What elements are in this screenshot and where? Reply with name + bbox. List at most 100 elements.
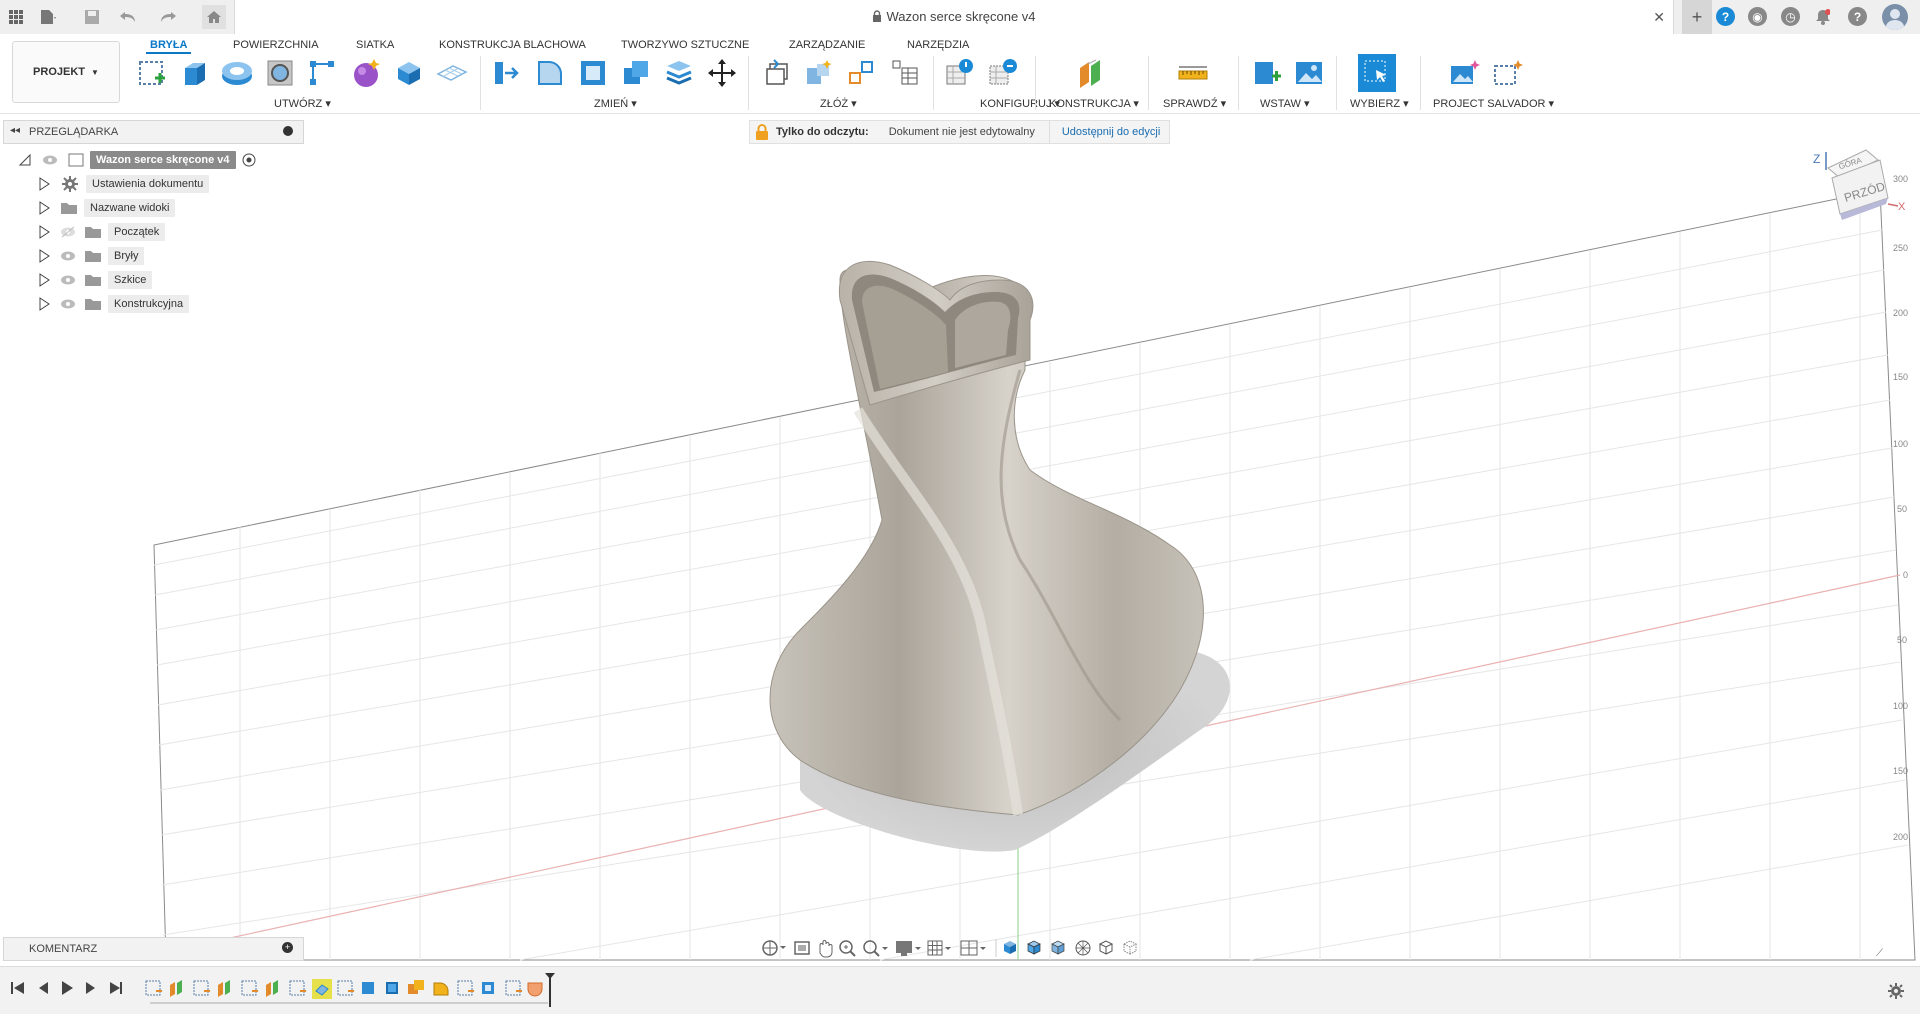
tab-zarzadzanie[interactable]: ZARZĄDZANIE	[785, 36, 869, 54]
collapse-panel-icon[interactable]: ◂◂	[10, 125, 20, 136]
wireframe-hidden-icon[interactable]	[1122, 940, 1138, 955]
expand-triangle-icon[interactable]	[38, 273, 50, 287]
visible-edges-icon[interactable]	[1075, 940, 1091, 956]
timeline-last-icon[interactable]	[110, 982, 122, 994]
timeline-feature-sketch-7[interactable]	[505, 980, 522, 996]
eye-hidden-icon[interactable]	[60, 226, 76, 238]
salvador-image-icon[interactable]	[1448, 56, 1482, 90]
timeline-feature-combine[interactable]	[408, 980, 424, 994]
expand-triangle-icon[interactable]	[38, 201, 50, 215]
shell-icon[interactable]	[576, 56, 610, 90]
tab-tworzywo-sztuczne[interactable]: TWORZYWO SZTUCZNE	[617, 36, 753, 54]
timeline-first-icon[interactable]	[11, 982, 24, 994]
extensions-icon[interactable]: ◉	[1748, 7, 1767, 26]
question-icon[interactable]: ?	[1848, 7, 1867, 26]
timeline-marker[interactable]	[545, 973, 555, 1007]
eye-icon[interactable]	[60, 250, 76, 262]
construct-plane-icon[interactable]	[1075, 56, 1109, 90]
save-icon[interactable]	[82, 7, 102, 27]
insert-image-icon[interactable]	[1292, 56, 1326, 90]
shaded-view-icon[interactable]	[1004, 941, 1016, 954]
look-at-icon[interactable]	[794, 941, 810, 955]
tree-item-bryly[interactable]: Bryły	[38, 246, 145, 266]
tab-narzedzia[interactable]: NARZĘDZIA	[903, 36, 973, 54]
timeline-feature-plane-1[interactable]	[170, 980, 182, 997]
clock-icon[interactable]: ◷	[1781, 7, 1800, 26]
resize-icon[interactable]: ⟋	[1876, 948, 1883, 959]
timeline-feature-extrude-1[interactable]	[362, 982, 374, 994]
joint-icon[interactable]	[802, 56, 836, 90]
close-tab-icon[interactable]: ✕	[1653, 9, 1665, 26]
avatar[interactable]	[1882, 4, 1908, 30]
combine-icon[interactable]	[619, 56, 653, 90]
bill-of-materials-icon[interactable]	[888, 56, 922, 90]
form-icon[interactable]	[349, 56, 383, 90]
expand-triangle-icon[interactable]	[38, 225, 50, 239]
revolve-icon[interactable]	[220, 56, 254, 90]
group-sprawdz[interactable]: SPRAWDŹ ▾	[1163, 97, 1226, 110]
zoom-window-icon[interactable]	[863, 940, 888, 957]
group-zmien[interactable]: ZMIEŃ ▾	[594, 97, 637, 110]
timeline-feature-sketch-3[interactable]	[241, 980, 258, 996]
as-built-joint-icon[interactable]	[845, 56, 879, 90]
timeline-feature-sketch-4[interactable]	[289, 980, 306, 996]
tree-item-konstrukcyjna[interactable]: Konstrukcyjna	[38, 294, 190, 314]
timeline-feature-sketch-2[interactable]	[193, 980, 210, 996]
shaded-edges-icon[interactable]	[1027, 940, 1041, 955]
group-utworz[interactable]: UTWÓRZ ▾	[274, 97, 331, 110]
salvador-sketch-icon[interactable]	[1491, 56, 1525, 90]
grid-icon[interactable]	[6, 7, 26, 27]
timeline-feature-plane-2[interactable]	[218, 980, 230, 997]
timeline-feature-plane-3[interactable]	[266, 980, 278, 997]
activate-radio-icon[interactable]	[242, 153, 256, 167]
box-icon[interactable]	[392, 56, 426, 90]
tree-item-poczatek[interactable]: Początek	[38, 222, 166, 242]
configure-icon[interactable]	[944, 56, 978, 90]
tab-powierzchnia[interactable]: POWIERZCHNIA	[229, 36, 323, 54]
tree-item-szkice[interactable]: Szkice	[38, 270, 153, 290]
expand-triangle-icon[interactable]	[38, 297, 50, 311]
group-konstrukcja[interactable]: KONSTRUKCJA ▾	[1049, 97, 1139, 110]
timeline-feature-selected[interactable]	[312, 979, 332, 999]
timeline-feature-sketch-6[interactable]	[457, 980, 474, 996]
expand-triangle-icon[interactable]	[38, 177, 50, 191]
timeline-feature-shell[interactable]	[482, 982, 494, 994]
tab-konstrukcja-blachowa[interactable]: KONSTRUKCJA BLACHOWA	[435, 36, 590, 54]
timeline-feature-sketch-1[interactable]	[145, 980, 162, 996]
help-icon[interactable]: ?	[1716, 7, 1735, 26]
new-tab-icon[interactable]: +	[1682, 0, 1712, 34]
expand-triangle-icon[interactable]	[38, 249, 50, 263]
document-tab[interactable]: Wazon serce skręcone v4 ✕	[234, 0, 1674, 34]
tree-item-ustawienia[interactable]: Ustawienia dokumentu	[38, 174, 210, 194]
tree-root[interactable]: Wazon serce skręcone v4	[18, 150, 256, 170]
grid-settings-icon[interactable]	[927, 940, 951, 956]
viewports-icon[interactable]	[960, 940, 986, 956]
group-project-salvador[interactable]: PROJECT SALVADOR ▾	[1433, 97, 1554, 110]
group-zloz[interactable]: ZŁÓŻ ▾	[820, 97, 857, 110]
group-wstaw[interactable]: WSTAW ▾	[1260, 97, 1310, 110]
timeline-next-icon[interactable]	[86, 982, 95, 994]
collapse-triangle-icon[interactable]	[18, 153, 32, 167]
share-for-edit-link[interactable]: Udostępnij do edycji	[1062, 126, 1160, 138]
timeline-feature-extrude-2[interactable]	[386, 982, 398, 994]
extrude-icon[interactable]	[177, 56, 211, 90]
orbit-icon[interactable]	[762, 940, 786, 956]
move-icon[interactable]	[705, 56, 739, 90]
tree-item-nazwane-widoki[interactable]: Nazwane widoki	[38, 198, 176, 218]
timeline-feature-fillet[interactable]	[433, 982, 449, 996]
file-icon[interactable]	[38, 7, 58, 27]
add-comment-icon[interactable]: +	[282, 942, 293, 953]
fillet-icon[interactable]	[533, 56, 567, 90]
select-icon[interactable]	[1358, 54, 1396, 92]
new-component-icon[interactable]	[760, 56, 794, 90]
tab-bryla[interactable]: BRYŁA	[146, 36, 192, 54]
press-pull-icon[interactable]	[489, 56, 523, 90]
insert-derive-icon[interactable]	[1250, 56, 1284, 90]
eye-icon[interactable]	[60, 274, 76, 286]
undo-icon[interactable]	[118, 7, 138, 27]
notifications-icon[interactable]	[1813, 7, 1833, 27]
timeline-feature-form[interactable]	[527, 982, 543, 997]
hole-icon[interactable]	[263, 56, 297, 90]
display-settings-icon[interactable]	[896, 941, 921, 956]
hidden-edges-icon[interactable]	[1051, 940, 1065, 955]
